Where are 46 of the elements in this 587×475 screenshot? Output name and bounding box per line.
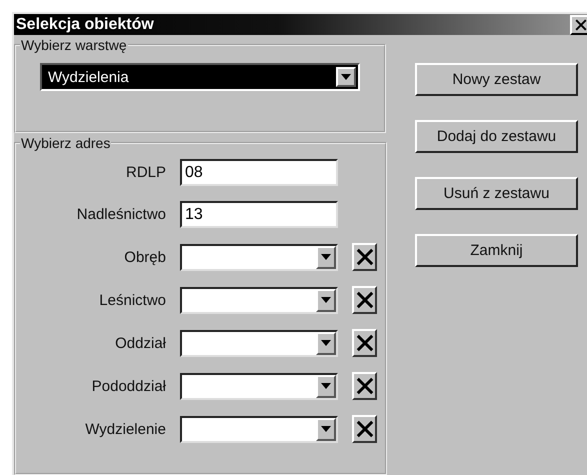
dropdown-field[interactable] [180, 244, 338, 270]
text-field[interactable]: 13 [180, 201, 338, 228]
dropdown-field[interactable] [180, 372, 338, 400]
close-icon [575, 18, 587, 30]
clear-button[interactable] [352, 243, 377, 271]
field-label: Nadleśnictwo [76, 206, 166, 223]
clear-button[interactable] [352, 286, 377, 314]
field-label: Pododdział [90, 378, 166, 394]
clear-icon [356, 248, 374, 266]
dropdown-field[interactable] [180, 330, 338, 356]
dropdown-field[interactable] [180, 416, 338, 442]
clear-icon [356, 377, 374, 395]
field-label: Oddział [114, 334, 166, 352]
field-label: Obręb [123, 248, 166, 266]
group-title: Wybierz warstwę [20, 37, 128, 53]
dropdown-arrow-icon [321, 340, 331, 346]
dropdown-button[interactable] [316, 332, 336, 354]
dropdown-button[interactable] [316, 418, 336, 440]
field-label: RDLP [124, 164, 166, 181]
field-label: Wydzielenie [84, 420, 166, 438]
dropdown-field[interactable] [180, 286, 338, 314]
action-button[interactable]: Nowy zestaw [415, 63, 578, 96]
action-button[interactable]: Usuń z zestawu [415, 177, 578, 210]
dropdown-arrow-icon [321, 254, 331, 260]
clear-button[interactable] [352, 329, 377, 357]
action-button[interactable]: Zamknij [415, 234, 578, 267]
dropdown-arrow-icon [321, 383, 331, 389]
text-field[interactable]: 08 [180, 159, 338, 186]
clear-button[interactable] [352, 415, 377, 443]
dropdown-arrow-icon [321, 426, 331, 432]
dropdown-button[interactable] [316, 288, 336, 312]
layer-dropdown[interactable]: Wydzielenia [40, 63, 360, 91]
clear-icon [356, 334, 374, 352]
window-title: Selekcja obiektów [16, 16, 154, 34]
dropdown-arrow-icon [321, 297, 331, 303]
dropdown-button[interactable] [316, 374, 336, 398]
clear-icon [356, 420, 374, 438]
action-button[interactable]: Dodaj do zestawu [415, 120, 578, 153]
dropdown-arrow-icon [341, 74, 351, 80]
clear-icon [356, 291, 374, 309]
group-title: Wybierz adres [20, 135, 112, 151]
field-label: Leśnictwo [98, 292, 166, 308]
dropdown-button[interactable] [316, 246, 336, 268]
close-button[interactable] [570, 14, 587, 34]
dropdown-button[interactable] [336, 67, 356, 87]
clear-button[interactable] [352, 372, 377, 400]
